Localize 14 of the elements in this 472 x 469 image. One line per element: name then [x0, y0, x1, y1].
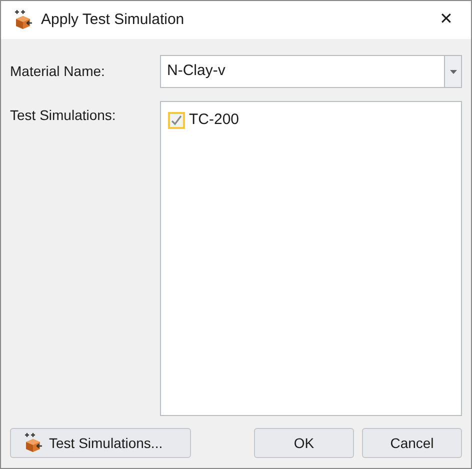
box-icon: [13, 10, 33, 30]
box-icon: [23, 433, 43, 453]
test-simulations-button[interactable]: Test Simulations...: [10, 428, 191, 458]
dropdown-arrow-icon: [450, 70, 456, 74]
simulation-name: TC-200: [189, 110, 240, 130]
checkmark-icon: [171, 114, 182, 126]
ok-button[interactable]: OK: [254, 428, 354, 458]
window-title: Apply Test Simulation: [41, 10, 186, 30]
material-dropdown[interactable]: N-Clay-v: [160, 55, 462, 88]
field-label: Material Name:: [10, 62, 106, 81]
cancel-button[interactable]: Cancel: [362, 428, 462, 458]
field-label: Test Simulations:: [10, 106, 117, 125]
close-button[interactable]: ✕: [431, 6, 461, 34]
checkbox[interactable]: [168, 112, 185, 129]
